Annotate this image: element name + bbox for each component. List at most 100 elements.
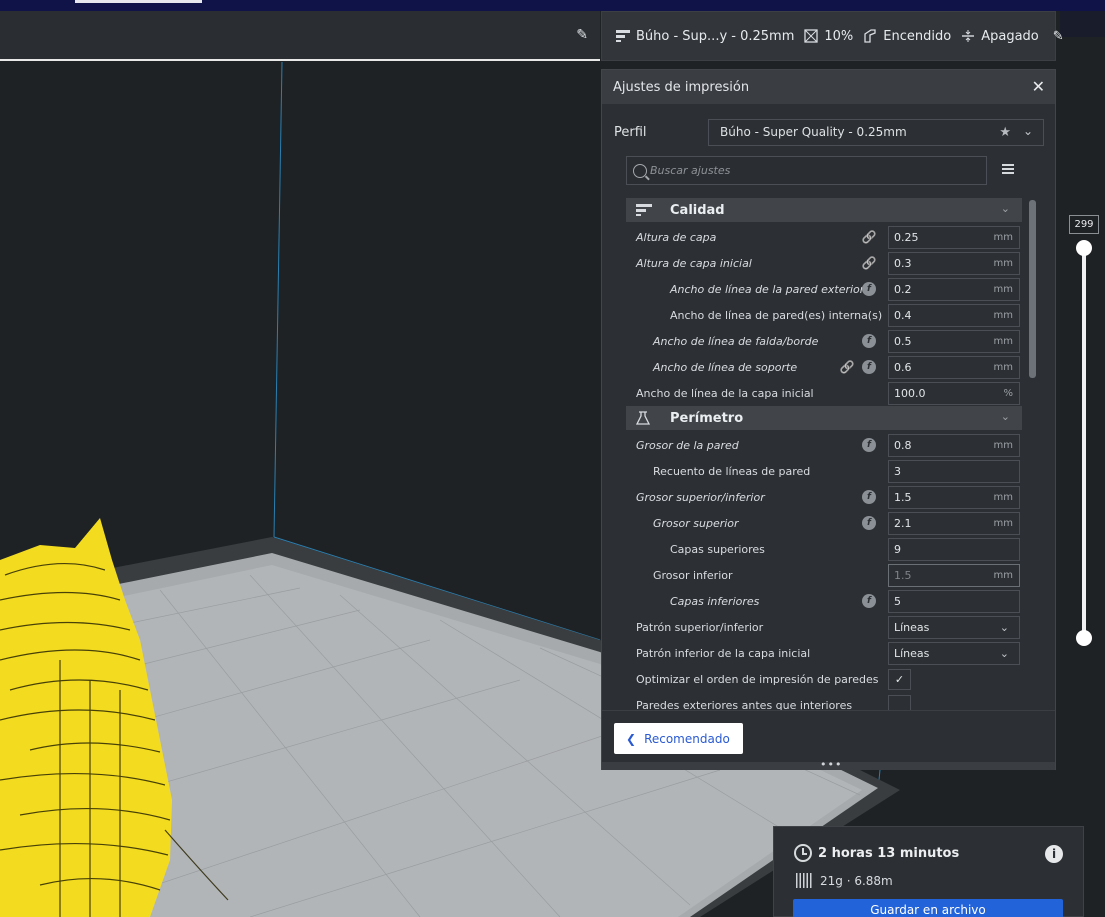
save-to-file-button[interactable]: Guardar en archivo — [793, 899, 1063, 917]
setting-value: 1.5 — [894, 491, 912, 504]
setting-input[interactable]: 9 — [888, 538, 1020, 561]
setting-select[interactable]: Líneas ⌄ — [888, 642, 1020, 665]
chevron-down-icon: ⌄ — [1000, 410, 1010, 423]
summary-support: Encendido — [883, 28, 952, 44]
settings-menu-icon[interactable] — [1002, 164, 1014, 174]
recommended-button[interactable]: ❮ Recomendado — [614, 723, 743, 754]
setting-row: Paredes exteriores antes que interiores — [626, 692, 1022, 710]
formula-icon[interactable]: f — [862, 282, 876, 296]
setting-value: 0.5 — [894, 335, 912, 348]
category-header[interactable]: Perímetro ⌄ — [626, 406, 1022, 430]
setting-row: Patrón superior/inferior Líneas ⌄ — [626, 614, 1022, 640]
chevron-down-icon: ⌄ — [999, 621, 1009, 634]
setting-input[interactable]: 2.1 mm — [888, 512, 1020, 535]
layer-slider-top-handle[interactable] — [1076, 240, 1092, 256]
setting-input[interactable]: 0.25 mm — [888, 226, 1020, 249]
shell-icon — [636, 411, 654, 425]
quality-icon — [636, 203, 654, 217]
setting-input[interactable]: 1.5 mm — [888, 564, 1020, 587]
setting-value: Líneas — [894, 647, 930, 660]
setting-checkbox[interactable] — [888, 695, 911, 710]
link-icon[interactable]: 🔗 — [862, 256, 877, 270]
quality-icon — [616, 28, 630, 44]
infill-icon — [804, 28, 819, 44]
setting-input[interactable]: 0.6 mm — [888, 356, 1020, 379]
setting-input[interactable]: 0.8 mm — [888, 434, 1020, 457]
setting-row: Ancho de línea de pared(es) interna(s) 0.… — [626, 302, 1022, 328]
pencil-icon[interactable]: ✎ — [1053, 29, 1064, 44]
setting-input[interactable]: 5 — [888, 590, 1020, 613]
setting-input[interactable]: 1.5 mm — [888, 486, 1020, 509]
setting-checkbox[interactable]: ✓ — [888, 669, 911, 690]
save-label: Guardar en archivo — [870, 903, 986, 917]
setting-unit: mm — [993, 570, 1013, 581]
setting-row: Optimizar el orden de impresión de pared… — [626, 666, 1022, 692]
top-tab-highlight — [75, 0, 202, 3]
setting-input[interactable]: 100.0% — [888, 382, 1020, 405]
setting-select[interactable]: Líneas ⌄ — [888, 616, 1020, 639]
clock-icon — [794, 844, 812, 862]
formula-icon[interactable]: f — [862, 334, 876, 348]
setting-row: Ancho de línea de falda/borde f 0.5 mm — [626, 328, 1022, 354]
panel-resize-handle[interactable]: ••• — [602, 758, 1055, 771]
setting-row: Recuento de líneas de pared 3 — [626, 458, 1022, 484]
setting-input[interactable]: 0.2 mm — [888, 278, 1020, 301]
setting-value: 0.4 — [894, 309, 912, 322]
setting-row: Patrón inferior de la capa inicial Líneas… — [626, 640, 1022, 666]
setting-row: Ancho de línea de la pared exterior f 0.2 m… — [626, 276, 1022, 302]
drag-dots-icon: ••• — [820, 758, 843, 771]
setting-row: Altura de capa inicial 🔗 0.3 mm — [626, 250, 1022, 276]
setting-unit: mm — [993, 336, 1013, 347]
setting-unit: mm — [993, 362, 1013, 373]
setting-value: 2.1 — [894, 517, 912, 530]
close-icon[interactable]: ✕ — [1032, 77, 1045, 96]
search-input[interactable]: Buscar ajustes — [626, 156, 987, 185]
settings-list[interactable]: Calidad ⌄ Altura de capa 🔗 0.25 mm Altura de c… — [626, 198, 1022, 710]
info-icon[interactable]: i — [1045, 845, 1063, 863]
panel-footer: ❮ Recomendado — [602, 710, 1055, 762]
stage-header-bar: ✎ — [0, 11, 600, 61]
layer-slider-bottom-handle[interactable] — [1076, 630, 1092, 646]
link-icon[interactable]: 🔗 — [862, 230, 877, 244]
setting-unit: mm — [993, 492, 1013, 503]
setting-value: 0.6 — [894, 361, 912, 374]
formula-icon[interactable]: f — [862, 594, 876, 608]
setting-value: 0.8 — [894, 439, 912, 452]
setting-unit: mm — [993, 440, 1013, 451]
support-icon — [863, 28, 877, 44]
category-header[interactable]: Calidad ⌄ — [626, 198, 1022, 222]
print-time: 2 horas 13 minutos — [818, 846, 960, 861]
setting-value: 9 — [894, 543, 901, 556]
category-title: Calidad — [670, 202, 725, 218]
layer-slider-track[interactable] — [1082, 248, 1086, 640]
profile-select[interactable]: Búho - Super Quality - 0.25mm ★ ⌄ — [708, 118, 1044, 146]
formula-icon[interactable]: f — [862, 360, 876, 374]
setting-value: 3 — [894, 465, 901, 478]
profile-row: Perfil Búho - Super Quality - 0.25mm ★ ⌄ — [614, 118, 1044, 146]
setting-row: Ancho de línea de la capa inicial 100.0% — [626, 380, 1022, 406]
search-icon — [633, 163, 647, 178]
formula-icon[interactable]: f — [862, 438, 876, 452]
scrollbar-thumb[interactable] — [1029, 200, 1036, 378]
formula-icon[interactable]: f — [862, 490, 876, 504]
formula-icon[interactable]: f — [862, 516, 876, 530]
top-right-cap — [1060, 11, 1105, 37]
summary-profile: Búho - Sup...y - 0.25mm — [636, 28, 795, 44]
print-settings-summary[interactable]: Búho - Sup...y - 0.25mm 10% Encendido Ap… — [601, 11, 1064, 61]
setting-input[interactable]: 0.5 mm — [888, 330, 1020, 353]
material-text: 21g · 6.88m — [820, 873, 893, 888]
setting-value: 0.3 — [894, 257, 912, 270]
pencil-icon[interactable]: ✎ — [576, 27, 588, 43]
star-icon[interactable]: ★ — [999, 125, 1011, 140]
setting-input[interactable]: 0.3 mm — [888, 252, 1020, 275]
layer-slider-value[interactable]: 299 — [1069, 215, 1099, 234]
setting-unit: mm — [993, 284, 1013, 295]
link-icon[interactable]: 🔗 — [840, 360, 855, 374]
window-top-strip — [0, 0, 1105, 37]
chevron-down-icon: ⌄ — [999, 647, 1009, 660]
setting-input[interactable]: 0.4 mm — [888, 304, 1020, 327]
summary-adhesion: Apagado — [981, 28, 1039, 44]
setting-value: 0.2 — [894, 283, 912, 296]
setting-input[interactable]: 3 — [888, 460, 1020, 483]
setting-value: 5 — [894, 595, 901, 608]
